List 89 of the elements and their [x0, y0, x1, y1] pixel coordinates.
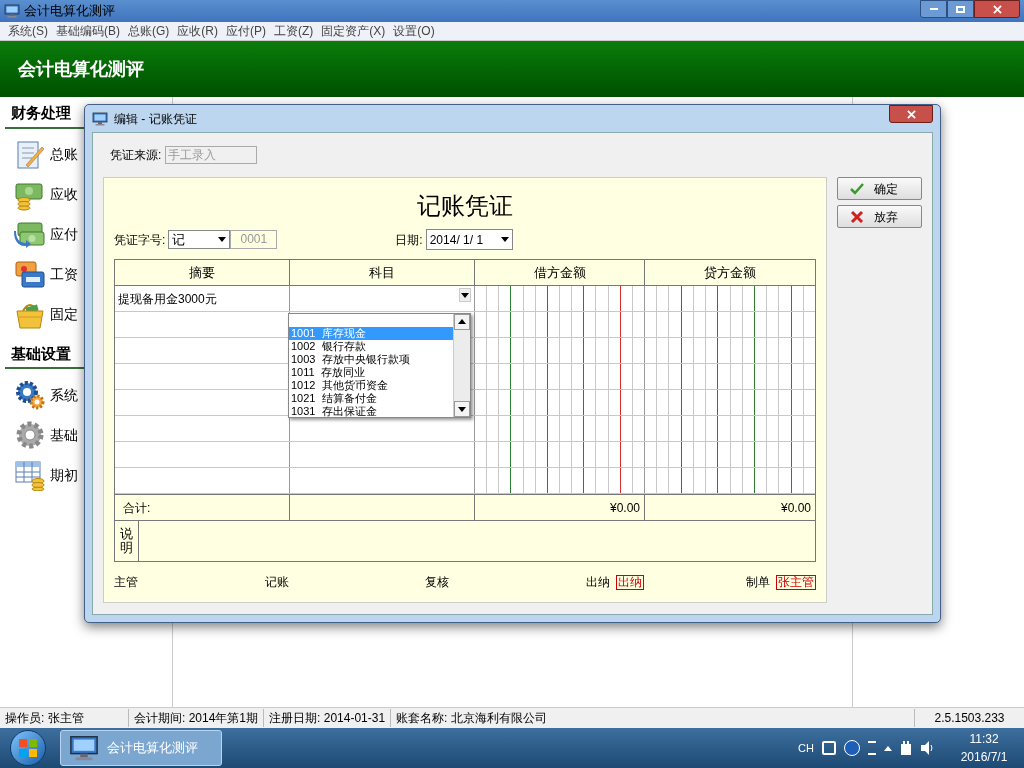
checkmark-icon — [850, 181, 864, 196]
sidebar-item[interactable]: 工资 — [50, 264, 78, 285]
column-header: 借方金额 — [533, 263, 586, 282]
source-label: 凭证来源: — [110, 147, 162, 164]
scroll-down-icon[interactable] — [454, 401, 470, 417]
app-header-title: 会计电算化测评 — [18, 57, 144, 81]
signature-label: 主管 — [114, 574, 138, 591]
account-dropdown-button[interactable] — [459, 288, 471, 302]
signature-label: 制单 — [746, 574, 770, 591]
sidebar-section-title: 财务处理 — [11, 104, 71, 121]
dropdown-option[interactable]: 1012 其他货币资金 — [289, 379, 453, 392]
scrollbar[interactable] — [453, 314, 470, 417]
close-icon — [992, 4, 1002, 14]
clock-time[interactable]: 11:32 — [969, 730, 999, 748]
menu-item[interactable]: 应付(P) — [222, 22, 270, 40]
dropdown-option[interactable]: 1021 结算备付金 — [289, 392, 453, 405]
dropdown-option[interactable]: 1011 存放同业 — [289, 366, 453, 379]
status-text: 注册日期: 2014-01-31 — [263, 709, 391, 727]
signature-stamp: 张主管 — [776, 574, 816, 590]
menu-item[interactable]: 系统(S) — [4, 22, 52, 40]
voucher-title: 记账凭证 — [417, 192, 513, 220]
voucher-type-label: 凭证字号: — [114, 231, 166, 249]
signature-label: 记账 — [264, 574, 289, 591]
sidebar-item[interactable]: 应收 — [50, 184, 78, 205]
maximize-button[interactable] — [947, 0, 974, 18]
dropdown-option[interactable]: 1003 存放中央银行款项 — [289, 353, 453, 366]
computer-icon — [69, 733, 99, 763]
gears-icon — [14, 379, 46, 411]
sidebar-item[interactable]: 固定 — [50, 304, 78, 325]
start-button[interactable] — [10, 730, 46, 766]
dropdown-option[interactable]: 1031 存出保证金 — [289, 405, 453, 418]
window-title: 会计电算化测评 — [24, 2, 115, 21]
clock-date[interactable]: 2016/7/1 — [960, 748, 1008, 766]
caret-icon — [218, 237, 227, 242]
caret-icon — [461, 292, 469, 298]
note-label: 说明 — [120, 526, 133, 556]
dialog-close-button[interactable] — [889, 105, 933, 123]
menu-item[interactable]: 设置(O) — [389, 22, 439, 40]
menu-item[interactable]: 固定资产(X) — [317, 22, 390, 40]
status-text: 2.5.1503.233 — [914, 709, 1024, 727]
date-label: 日期: — [395, 231, 423, 249]
cancel-button[interactable]: 放弃 — [837, 205, 922, 228]
maximize-icon — [956, 5, 965, 13]
menu-item[interactable]: 应收(R) — [173, 22, 222, 40]
gear-icon — [14, 419, 46, 451]
network-icon[interactable] — [900, 740, 912, 756]
app-icon — [4, 3, 20, 19]
sidebar-item[interactable]: 系统 — [50, 384, 78, 406]
signature-label: 出纳 — [585, 574, 610, 591]
minimize-button[interactable] — [920, 0, 947, 18]
sidebar-item[interactable]: 应付 — [50, 224, 78, 245]
voucher-type-select[interactable]: 记 — [168, 230, 231, 249]
sidebar-item[interactable]: 基础 — [50, 424, 78, 446]
confirm-button[interactable]: 确定 — [837, 177, 922, 200]
signature-stamp: 出纳 — [615, 574, 644, 590]
column-header: 摘要 — [189, 263, 215, 282]
minimize-icon — [929, 8, 938, 10]
sidebar-item[interactable]: 期初 — [50, 464, 78, 486]
scroll-up-icon[interactable] — [454, 314, 470, 330]
menu-item[interactable]: 工资(Z) — [270, 22, 318, 40]
close-button[interactable] — [974, 0, 1020, 18]
table-coins-icon — [14, 459, 46, 491]
sidebar-item[interactable]: 总账 — [50, 144, 78, 165]
total-label: 合计: — [123, 499, 151, 517]
speaker-icon[interactable] — [920, 740, 936, 756]
status-text: 会计期间: 2014年第1期 — [128, 709, 264, 727]
date-select[interactable]: 2014/ 1/ 1 — [425, 229, 513, 250]
cross-icon — [850, 209, 864, 224]
signature-label: 复核 — [425, 574, 449, 591]
language-indicator[interactable]: CH — [798, 739, 814, 757]
close-icon — [906, 109, 916, 119]
menu-item[interactable]: 总账(G) — [124, 22, 174, 40]
windows-logo-icon — [18, 738, 38, 758]
status-text: 账套名称: 北京海利有限公司 — [390, 709, 552, 727]
notebook-pencil-icon — [14, 138, 46, 171]
credit-total: ¥0.00 — [780, 499, 811, 517]
table-cell-text: 提现备用金3000元 — [118, 290, 217, 308]
menu-item[interactable]: 基础编码(B) — [52, 22, 124, 40]
show-hidden-icons-icon[interactable] — [884, 745, 892, 751]
dropdown-option[interactable]: 1002 银行存款 — [289, 340, 453, 353]
status-text: 操作员: 张主管 — [4, 710, 85, 727]
column-header: 科目 — [369, 263, 395, 282]
caret-icon — [500, 237, 509, 242]
dialog-title: 编辑 - 记账凭证 — [114, 110, 197, 128]
debit-total: ¥0.00 — [609, 499, 640, 517]
sidebar-section-title: 基础设置 — [11, 344, 71, 362]
column-header: 贷方金额 — [704, 263, 756, 282]
dialog-icon — [92, 110, 108, 127]
credit-card-icon — [14, 258, 46, 291]
